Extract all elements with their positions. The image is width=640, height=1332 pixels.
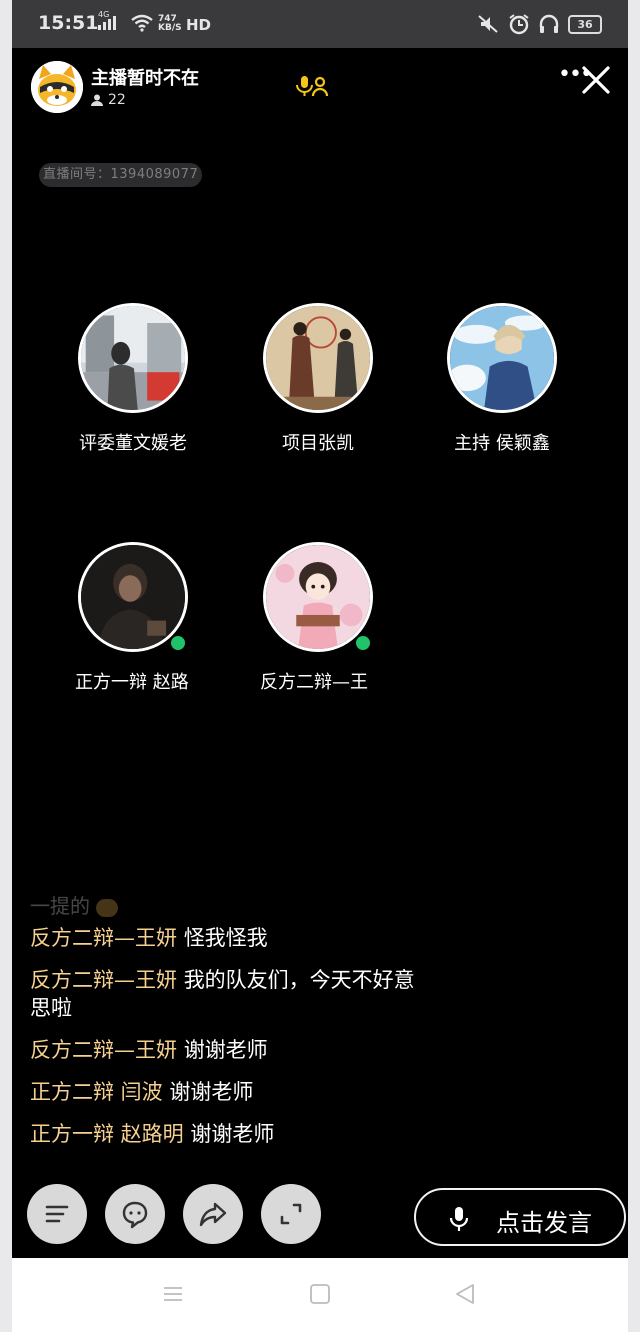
fullscreen-button[interactable]	[261, 1184, 321, 1244]
chat-faded-line: 一提的	[30, 890, 430, 924]
chat-text: 谢谢老师	[190, 1122, 275, 1146]
chat-list[interactable]: 一提的 反方二辩—王妍 怪我怪我 反方二辩—王妍 我的队友们，今天不好意思啦 反…	[30, 890, 430, 1162]
viewer-count[interactable]: 22	[91, 92, 126, 108]
system-nav-bar	[12, 1258, 628, 1332]
seat-label: 正方一辩 赵路	[75, 672, 189, 693]
mute-icon	[478, 15, 498, 33]
chat-bubble-icon	[122, 1201, 148, 1229]
signal-icon: 4G	[98, 10, 116, 30]
chat-message[interactable]: 正方二辩 闫波 谢谢老师	[30, 1078, 430, 1106]
menu-button[interactable]	[27, 1184, 87, 1244]
chat-message[interactable]: 反方二辩—王妍 谢谢老师	[30, 1036, 430, 1064]
chat-sender[interactable]: 正方二辩 闫波	[30, 1080, 163, 1104]
chat-text: 谢谢老师	[183, 1038, 268, 1062]
status-bar: 15:51 4G 747 KB/S HD 36	[12, 0, 628, 48]
seat-label: 项目张凯	[282, 433, 354, 454]
speak-label: 点击发言	[496, 1209, 592, 1237]
host-avatar[interactable]	[31, 61, 83, 113]
status-time: 15:51	[38, 12, 99, 34]
microphone-icon	[449, 1207, 469, 1231]
headset-icon	[539, 14, 559, 33]
seat-label: 反方二辩—王	[260, 672, 368, 693]
chat-message[interactable]: 正方一辩 赵路明 谢谢老师	[30, 1120, 430, 1148]
alarm-icon	[509, 14, 529, 35]
battery-icon: 36	[568, 14, 602, 34]
share-icon	[199, 1202, 227, 1227]
chat-sender[interactable]: 正方一辩 赵路明	[30, 1122, 184, 1146]
seat-label: 评委董文媛老	[79, 433, 187, 454]
hd-indicator: HD	[186, 16, 212, 34]
chat-sender[interactable]: 反方二辩—王妍	[30, 1038, 177, 1062]
host-status: 主播暂时不在	[91, 68, 199, 89]
share-button[interactable]	[183, 1184, 243, 1244]
emoji-icon	[96, 898, 119, 917]
minimize-icon	[280, 1203, 302, 1225]
close-icon[interactable]	[580, 64, 612, 96]
chat-sender[interactable]: 反方二辩—王妍	[30, 926, 177, 950]
comment-button[interactable]	[105, 1184, 165, 1244]
chat-text: 怪我怪我	[183, 926, 268, 950]
avatar[interactable]	[447, 303, 557, 413]
recent-apps-icon[interactable]	[162, 1283, 184, 1305]
seat-label: 主持 侯颖鑫	[454, 433, 550, 454]
chat-message[interactable]: 反方二辩—王妍 怪我怪我	[30, 924, 430, 952]
mic-queue-icon[interactable]	[295, 74, 329, 100]
person-icon	[91, 94, 103, 106]
live-room-screen: 15:51 4G 747 KB/S HD 36 主播暂时不在 22 ••• 直播…	[12, 0, 628, 1332]
avatar[interactable]	[78, 303, 188, 413]
chat-sender[interactable]: 反方二辩—王妍	[30, 968, 177, 992]
chat-text: 谢谢老师	[169, 1080, 254, 1104]
wifi-icon	[131, 14, 153, 32]
online-indicator	[354, 634, 372, 652]
room-id-badge: 直播间号：1394089077	[39, 163, 203, 187]
network-speed: 747 KB/S	[158, 14, 182, 33]
menu-icon	[45, 1205, 69, 1223]
online-indicator	[169, 634, 187, 652]
home-icon[interactable]	[309, 1283, 331, 1305]
avatar[interactable]	[263, 303, 373, 413]
chat-message[interactable]: 反方二辩—王妍 我的队友们，今天不好意思啦	[30, 966, 430, 1022]
back-icon[interactable]	[454, 1283, 476, 1305]
speak-button[interactable]: 点击发言	[414, 1188, 626, 1246]
